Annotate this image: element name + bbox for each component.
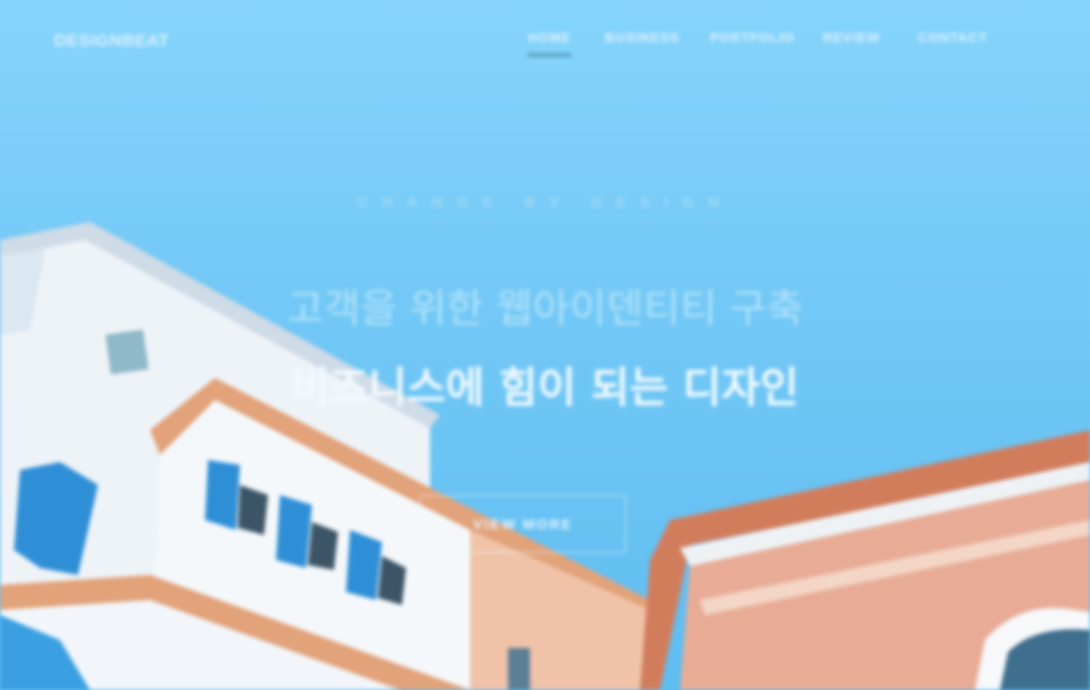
hero-title-line2: 비즈니스에 힘이 되는 디자인 <box>291 363 799 412</box>
shutter-3 <box>346 530 382 600</box>
main-nav: HOME BUSINESS PORTFOLIO REVIEW CONTACT <box>500 30 1090 60</box>
hero-eyebrow: CHANGE BY DESIGN <box>357 194 733 211</box>
nav-item-portfolio[interactable]: PORTFOLIO <box>710 30 795 45</box>
middle-window <box>508 648 530 690</box>
view-more-button[interactable]: VIEW MORE <box>420 495 626 553</box>
middle-building <box>470 530 650 690</box>
shutter-1 <box>205 460 240 530</box>
hero-background-buildings <box>0 222 1090 690</box>
site-logo[interactable]: DESIGNBEAT <box>54 31 169 51</box>
nav-item-review[interactable]: REVIEW <box>823 30 880 45</box>
nav-item-business[interactable]: BUSINESS <box>605 30 679 45</box>
hero-title-line1: 고객을 위한 웹아이덴티티 구축 <box>286 286 804 332</box>
nav-item-home[interactable]: HOME <box>528 30 571 56</box>
shutter-2 <box>276 495 312 568</box>
nav-item-contact[interactable]: CONTACT <box>918 30 988 45</box>
